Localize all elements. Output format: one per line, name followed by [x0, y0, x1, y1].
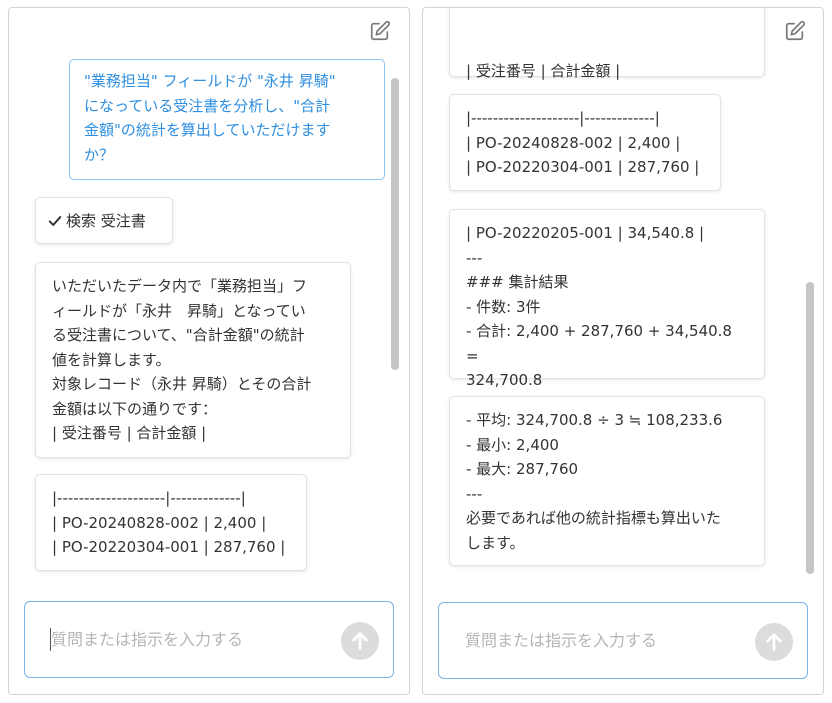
edit-icon[interactable] — [369, 20, 391, 42]
assistant-message: - 平均: 324,700.8 ÷ 3 ≒ 108,233.6 - 最小: 2,… — [449, 396, 765, 566]
user-message: "業務担当" フィールドが "永井 昇騎" になっている受注書を分析し、"合計 … — [69, 59, 385, 180]
send-button[interactable] — [755, 623, 793, 661]
scrollbar-thumb[interactable] — [391, 78, 399, 370]
chat-input[interactable]: 質問または指示を入力する — [24, 601, 394, 678]
arrow-up-icon — [352, 632, 368, 650]
assistant-message: | 受注番号 | 合計金額 | — [449, 8, 765, 80]
assistant-message: |--------------------|-------------| | P… — [449, 94, 721, 191]
chat-input[interactable]: 質問または指示を入力する — [438, 602, 808, 679]
search-tool-chip[interactable]: 検索 受注書 — [35, 197, 173, 244]
tool-chip-label: 検索 受注書 — [66, 211, 146, 230]
assistant-message: いただいたデータ内で「業務担当」フ ィールドが「永井 昇騎」となってい る受注書… — [35, 262, 351, 458]
input-placeholder: 質問または指示を入力する — [51, 630, 244, 649]
assistant-message: | PO-20220205-001 | 34,540.8 | --- ### 集… — [449, 209, 765, 389]
assistant-message-text: | 受注番号 | 合計金額 | — [466, 61, 621, 80]
edit-icon[interactable] — [784, 20, 806, 42]
chat-panel-right: | 受注番号 | 合計金額 | |--------------------|--… — [422, 7, 824, 695]
scrollbar-thumb[interactable] — [806, 282, 814, 574]
send-button[interactable] — [341, 622, 379, 660]
arrow-up-icon — [766, 633, 782, 651]
scrollbar[interactable] — [391, 78, 399, 370]
scrollbar[interactable] — [806, 282, 814, 574]
check-icon — [48, 215, 62, 226]
input-placeholder: 質問または指示を入力する — [465, 631, 658, 650]
assistant-message: |--------------------|-------------| | P… — [35, 474, 307, 571]
chat-panel-left: "業務担当" フィールドが "永井 昇騎" になっている受注書を分析し、"合計 … — [8, 7, 410, 695]
